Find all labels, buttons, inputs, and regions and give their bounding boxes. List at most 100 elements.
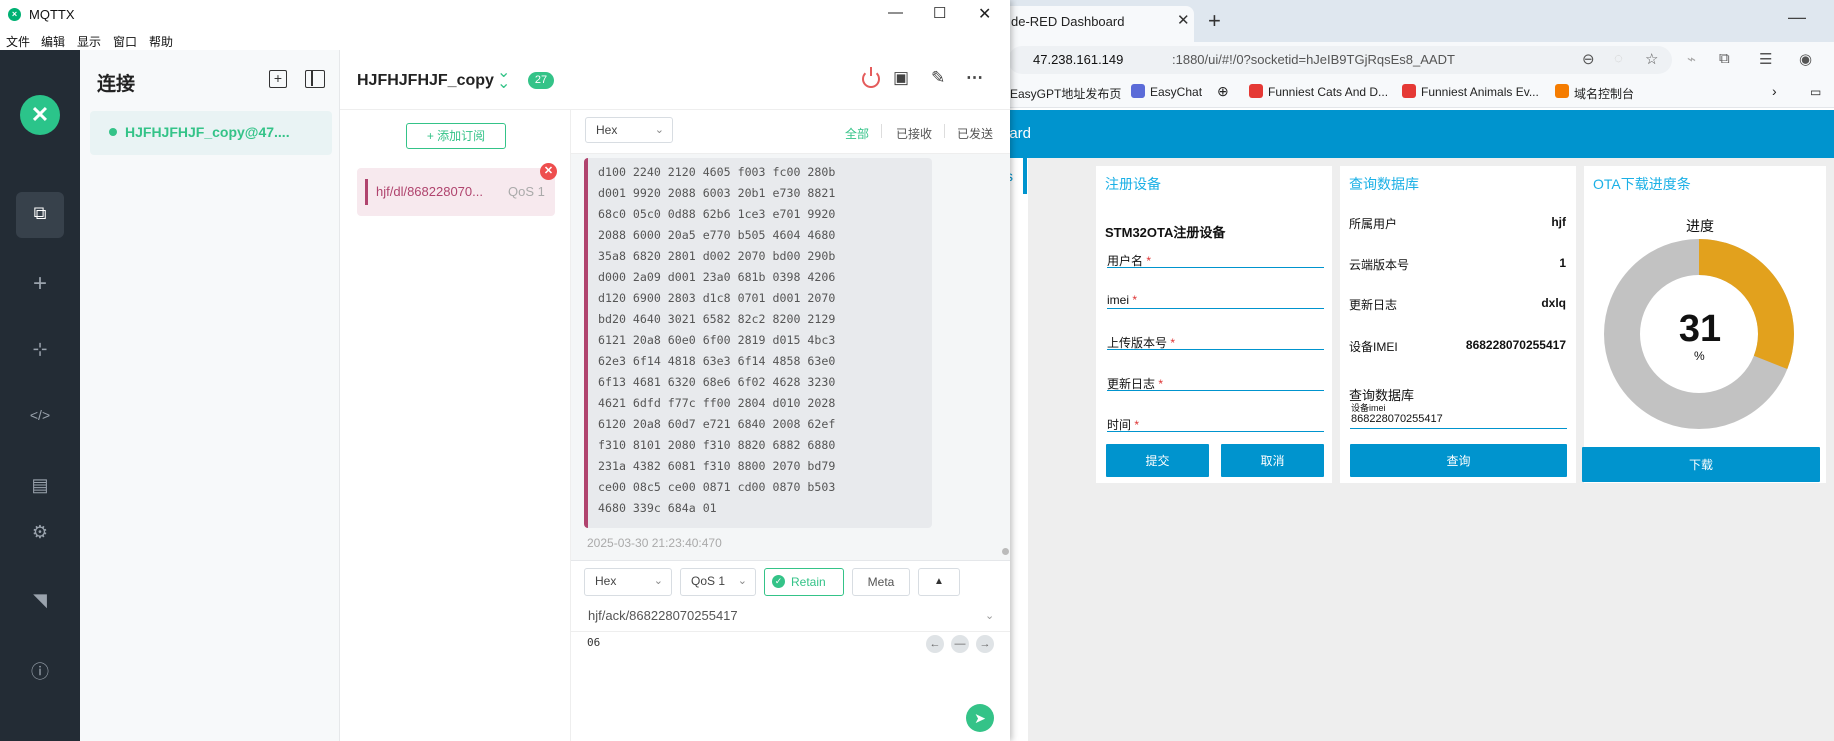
menu-view[interactable]: 显示 bbox=[77, 33, 101, 50]
history-back-icon[interactable]: ← bbox=[926, 635, 944, 653]
extensions-icon[interactable]: ⧉ bbox=[1719, 50, 1730, 67]
publish-topic-input[interactable]: hjf/ack/868228070255417 bbox=[588, 608, 738, 623]
new-connection-icon[interactable]: + bbox=[26, 270, 54, 298]
connection-title: HJFHJFHJF_copy bbox=[357, 72, 494, 89]
remove-subscription-icon[interactable]: ✕ bbox=[540, 163, 557, 180]
minimize-icon[interactable]: — bbox=[888, 4, 903, 21]
youtube-icon bbox=[1402, 84, 1416, 98]
download-button[interactable]: 下载 bbox=[1582, 447, 1820, 482]
hex-line: 35a8 6820 2801 d002 2070 bd00 290b bbox=[598, 249, 836, 263]
script-icon[interactable]: </> bbox=[26, 407, 54, 423]
chevron-right-icon[interactable]: › bbox=[1772, 83, 1777, 99]
send-icon[interactable]: ➤ bbox=[966, 704, 994, 732]
bookmark-favicon-icon bbox=[1249, 84, 1263, 98]
topology-icon[interactable]: ⊹ bbox=[26, 339, 54, 360]
connections-icon[interactable]: ⧉ bbox=[26, 203, 54, 224]
query-imei-input[interactable]: 868228070255417 bbox=[1351, 413, 1443, 425]
app-title: MQTTX bbox=[29, 7, 75, 22]
reader-icon[interactable]: ◌ bbox=[1614, 50, 1623, 67]
menu-file[interactable]: 文件 bbox=[6, 33, 30, 50]
expand-up-icon[interactable]: ▲ bbox=[918, 568, 960, 596]
disconnect-icon[interactable] bbox=[862, 67, 880, 88]
edit-icon[interactable]: ✎ bbox=[931, 68, 945, 88]
kv-value: dxlq bbox=[1541, 296, 1566, 310]
query-button[interactable]: 查询 bbox=[1350, 444, 1567, 477]
filter-sent-tab[interactable]: 已发送 bbox=[957, 125, 993, 142]
meta-button[interactable]: Meta bbox=[852, 568, 910, 596]
menu-edit[interactable]: 编辑 bbox=[41, 33, 65, 50]
subscribe-feed-icon[interactable]: ◥ bbox=[26, 590, 54, 611]
submit-button[interactable]: 提交 bbox=[1106, 444, 1209, 477]
tab-close-icon[interactable]: ✕ bbox=[1177, 11, 1190, 29]
hex-line: 68c0 05c0 0d88 62b6 1ce3 e701 9920 bbox=[598, 207, 836, 221]
progress-unit: % bbox=[1694, 349, 1705, 363]
payload-format-select[interactable]: Hex ⌄ bbox=[585, 117, 673, 143]
filter-divider bbox=[881, 124, 882, 138]
toggle-panel-icon[interactable] bbox=[305, 70, 325, 88]
translate-icon[interactable]: ⌁ bbox=[1687, 50, 1696, 68]
favorite-star-icon[interactable]: ☆ bbox=[1645, 50, 1658, 68]
add-connection-icon[interactable]: + bbox=[269, 70, 287, 88]
username-input[interactable] bbox=[1107, 267, 1324, 268]
settings-icon[interactable]: ⚙ bbox=[26, 522, 54, 543]
favorites-icon[interactable]: ☰ bbox=[1759, 50, 1772, 68]
form-title: STM32OTA注册设备 bbox=[1105, 225, 1226, 240]
version-input[interactable] bbox=[1107, 349, 1324, 350]
cancel-button[interactable]: 取消 bbox=[1221, 444, 1324, 477]
history-forward-icon[interactable]: → bbox=[976, 635, 994, 653]
hex-line: 6121 20a8 60e0 6f00 2819 d015 4bc3 bbox=[598, 333, 836, 347]
hex-line: 6120 20a8 60d7 e721 6840 2008 62ef bbox=[598, 417, 836, 431]
globe-icon[interactable]: ⊕ bbox=[1217, 83, 1229, 100]
hex-line: 4680 339c 684a 01 bbox=[598, 501, 717, 515]
new-tab-icon[interactable]: + bbox=[1208, 8, 1221, 34]
publish-format-select[interactable]: Hex ⌄ bbox=[584, 568, 672, 596]
chevron-down-icon: ⌄ bbox=[653, 575, 663, 587]
log-icon[interactable]: ▤ bbox=[26, 475, 54, 496]
filter-received-tab[interactable]: 已接收 bbox=[896, 125, 932, 142]
bookmark-item[interactable]: 域名控制台 bbox=[1574, 85, 1634, 102]
zoom-out-icon[interactable]: ⊖ bbox=[1582, 50, 1595, 68]
url-host: 47.238.161.149 bbox=[1033, 52, 1124, 67]
publish-qos-select[interactable]: QoS 1 ⌄ bbox=[680, 568, 756, 596]
history-reset-icon[interactable]: — bbox=[951, 635, 969, 653]
maximize-icon[interactable]: ☐ bbox=[933, 4, 946, 22]
group-title: 注册设备 bbox=[1105, 176, 1161, 192]
hex-line: d100 2240 2120 4605 f003 fc00 280b bbox=[598, 165, 836, 179]
more-icon[interactable]: ⋯ bbox=[966, 68, 983, 88]
time-input[interactable] bbox=[1107, 431, 1324, 432]
menu-help[interactable]: 帮助 bbox=[149, 33, 173, 50]
folder-icon[interactable]: ▭ bbox=[1810, 85, 1821, 99]
hex-line: f310 8101 2080 f310 8820 6882 6880 bbox=[598, 438, 836, 452]
menu-window[interactable]: 窗口 bbox=[113, 33, 137, 50]
filter-divider bbox=[944, 124, 945, 138]
changelog-input[interactable] bbox=[1107, 390, 1324, 391]
profile-icon[interactable]: ◉ bbox=[1799, 50, 1812, 68]
hex-line: bd20 4640 3021 6582 82c2 8200 2129 bbox=[598, 312, 836, 326]
double-chevron-down-icon[interactable]: ⌄ ⌄ bbox=[497, 65, 510, 92]
kv-key: 所属用户 bbox=[1349, 217, 1398, 231]
bookmark-favicon-icon bbox=[1555, 84, 1569, 98]
about-icon[interactable]: ⓘ bbox=[26, 658, 54, 684]
subscription-qos: QoS 1 bbox=[508, 184, 545, 199]
chat-icon[interactable]: ▣ bbox=[893, 68, 909, 88]
imei-input[interactable] bbox=[1107, 308, 1324, 309]
message-count-badge: 27 bbox=[528, 72, 554, 89]
chevron-down-icon[interactable]: ⌄ bbox=[985, 609, 994, 622]
browser-minimize-icon[interactable]: — bbox=[1788, 7, 1806, 28]
publish-payload-editor[interactable]: 06 bbox=[587, 636, 600, 649]
kv-key: 云端版本号 bbox=[1349, 258, 1410, 272]
add-subscription-button[interactable]: + 添加订阅 bbox=[406, 123, 506, 149]
bookmark-item[interactable]: Funniest Cats And D... bbox=[1268, 85, 1388, 99]
kv-value: 868228070255417 bbox=[1465, 338, 1566, 352]
bookmark-item[interactable]: EasyChat bbox=[1150, 85, 1202, 99]
bookmark-item[interactable]: EasyGPT地址发布页 bbox=[1010, 85, 1121, 102]
group-title: 查询数据库 bbox=[1349, 176, 1419, 192]
close-icon[interactable]: ✕ bbox=[978, 4, 991, 24]
browser-tab-title: de-RED Dashboard bbox=[1011, 14, 1125, 29]
bookmark-item[interactable]: Funniest Animals Ev... bbox=[1421, 85, 1539, 99]
kv-key: 设备IMEI bbox=[1349, 340, 1398, 354]
scrollbar-thumb[interactable] bbox=[1002, 548, 1009, 555]
publish-divider bbox=[571, 631, 1010, 632]
filter-all-tab[interactable]: 全部 bbox=[845, 125, 869, 142]
hex-line: ce00 08c5 ce00 0871 cd00 0870 b503 bbox=[598, 480, 836, 494]
